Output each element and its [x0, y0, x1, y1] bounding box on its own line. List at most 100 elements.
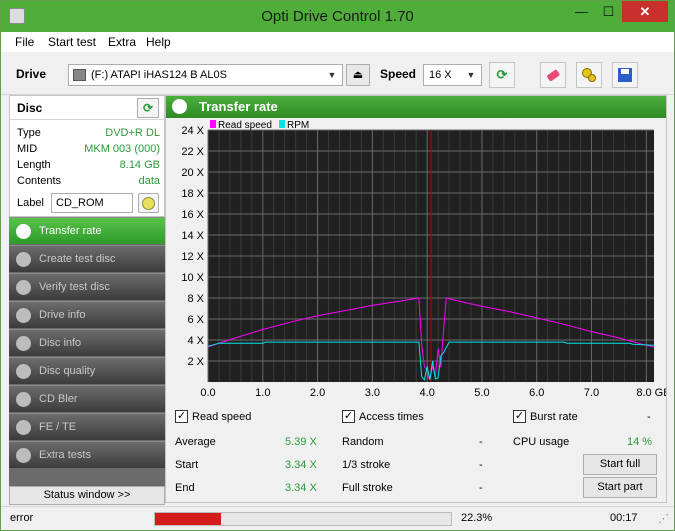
- disc-row-length: Length 8.14 GB: [17, 159, 160, 173]
- disc-icon: [16, 392, 31, 407]
- start-value: 3.34 X: [285, 459, 317, 471]
- menu-bar: File Start test Extra Help: [1, 32, 674, 52]
- cd-icon: [142, 197, 155, 210]
- nav-item-drive-info[interactable]: Drive info: [9, 301, 165, 328]
- disc-row-type: Type DVD+R DL: [17, 127, 160, 141]
- nav-item-verify-test-disc[interactable]: Verify test disc: [9, 273, 165, 300]
- x-tick-label: 0.0: [200, 387, 215, 399]
- disc-key: MID: [17, 143, 38, 155]
- settings-icon: [582, 68, 596, 82]
- start-part-button[interactable]: Start part: [583, 477, 657, 498]
- minimize-button[interactable]: —: [568, 1, 595, 22]
- speed-select[interactable]: 16 X ▼: [423, 64, 482, 86]
- random-value: -: [479, 436, 483, 448]
- checkbox-box: ✓: [342, 410, 355, 423]
- third-stroke-label: 1/3 stroke: [342, 459, 391, 471]
- nav-item-label: Disc info: [39, 337, 82, 349]
- end-label: End: [175, 482, 195, 494]
- left-panel: Disc ⟳ Type DVD+R DL MID MKM 003 (000) L…: [9, 95, 165, 513]
- y-tick-label: 14 X: [181, 230, 204, 242]
- main-window: Opti Drive Control 1.70 — ☐ ✕ File Start…: [0, 0, 675, 531]
- nav-item-cd-bler[interactable]: CD Bler: [9, 385, 165, 412]
- x-tick-label: 2.0: [310, 387, 325, 399]
- cd-button[interactable]: [138, 193, 159, 213]
- drive-label: Drive: [16, 67, 47, 81]
- chevron-down-icon: ▼: [466, 70, 476, 80]
- burst-rate-checkbox[interactable]: ✓ Burst rate: [513, 409, 603, 425]
- drive-select[interactable]: (F:) ATAPI iHAS124 B AL0S ▼: [68, 64, 343, 86]
- checkbox-box: ✓: [513, 410, 526, 423]
- nav-item-label: Extra tests: [39, 449, 91, 461]
- maximize-button[interactable]: ☐: [595, 1, 622, 22]
- average-label: Average: [175, 436, 216, 448]
- nav-item-fe-te[interactable]: FE / TE: [9, 413, 165, 440]
- menu-help[interactable]: Help: [146, 35, 171, 49]
- y-tick-label: 16 X: [181, 209, 204, 221]
- speed-label: Speed: [380, 67, 417, 81]
- menu-start-test[interactable]: Start test: [48, 35, 96, 49]
- x-tick-label: 3.0: [365, 387, 380, 399]
- x-tick-label: 6.0: [529, 387, 544, 399]
- nav-item-create-test-disc[interactable]: Create test disc: [9, 245, 165, 272]
- full-stroke-label: Full stroke: [342, 482, 393, 494]
- erase-button[interactable]: [540, 62, 566, 88]
- resize-grip-icon: ⋰: [658, 513, 669, 525]
- disc-icon: [16, 224, 31, 239]
- close-button[interactable]: ✕: [622, 1, 668, 22]
- eject-button[interactable]: ⏏: [346, 64, 370, 86]
- disc-value: data: [138, 175, 160, 187]
- disc-refresh-button[interactable]: ⟳: [137, 98, 159, 118]
- checkbox-label: Burst rate: [530, 411, 578, 423]
- disc-icon: [16, 336, 31, 351]
- disc-icon: [16, 364, 31, 379]
- progress-fill: [155, 513, 221, 525]
- y-tick-label: 8 X: [187, 293, 204, 305]
- save-button[interactable]: [612, 62, 638, 88]
- settings-button[interactable]: [576, 62, 602, 88]
- refresh-speed-button[interactable]: ⟳: [489, 62, 515, 88]
- read-speed-checkbox[interactable]: ✓ Read speed: [175, 409, 285, 425]
- progress-text: 22.3%: [461, 512, 493, 524]
- nav-item-label: FE / TE: [39, 421, 77, 433]
- y-tick-label: 24 X: [181, 125, 204, 137]
- menu-extra[interactable]: Extra: [108, 35, 136, 49]
- start-full-button[interactable]: Start full: [583, 454, 657, 475]
- drive-value: (F:) ATAPI iHAS124 B AL0S: [91, 69, 227, 81]
- nav-item-label: Create test disc: [39, 253, 116, 265]
- disc-key: Contents: [17, 175, 62, 187]
- disc-icon: [16, 448, 31, 463]
- status-window-button[interactable]: Status window >>: [9, 486, 165, 505]
- disc-icon: [16, 308, 31, 323]
- panel-title: Transfer rate: [199, 99, 278, 114]
- nav-item-transfer-rate[interactable]: Transfer rate: [9, 217, 165, 244]
- disc-row-mid: MID MKM 003 (000): [17, 143, 160, 157]
- y-tick-label: 20 X: [181, 167, 204, 179]
- x-tick-label: 5.0: [474, 387, 489, 399]
- drive-icon: [73, 69, 86, 81]
- checkbox-label: Read speed: [192, 411, 252, 423]
- menu-file[interactable]: File: [15, 35, 34, 49]
- disc-value: MKM 003 (000): [84, 143, 160, 155]
- disc-row-contents: Contents data: [17, 175, 160, 189]
- y-tick-label: 12 X: [181, 251, 204, 263]
- burst-rate-value: -: [647, 411, 651, 423]
- legend-label-read: Read speed: [218, 120, 272, 131]
- disc-heading: Disc: [17, 101, 43, 115]
- nav-item-extra-tests[interactable]: Extra tests: [9, 441, 165, 468]
- y-tick-label: 2 X: [187, 356, 204, 368]
- disc-label-key: Label: [17, 197, 44, 209]
- y-tick-label: 4 X: [187, 335, 204, 347]
- y-tick-label: 22 X: [181, 146, 204, 158]
- nav-list: Transfer rate Create test disc Verify test…: [9, 217, 165, 489]
- nav-item-label: CD Bler: [39, 393, 78, 405]
- nav-item-label: Transfer rate: [39, 225, 102, 237]
- access-times-checkbox[interactable]: ✓ Access times: [342, 409, 452, 425]
- disc-label-field[interactable]: CD_ROM: [51, 193, 133, 213]
- nav-item-disc-info[interactable]: Disc info: [9, 329, 165, 356]
- full-stroke-value: -: [479, 482, 483, 494]
- disc-icon: [16, 280, 31, 295]
- nav-item-disc-quality[interactable]: Disc quality: [9, 357, 165, 384]
- cpu-usage-value: 14 %: [627, 436, 653, 448]
- legend-swatch-read: [210, 120, 216, 128]
- status-message: error: [10, 512, 34, 524]
